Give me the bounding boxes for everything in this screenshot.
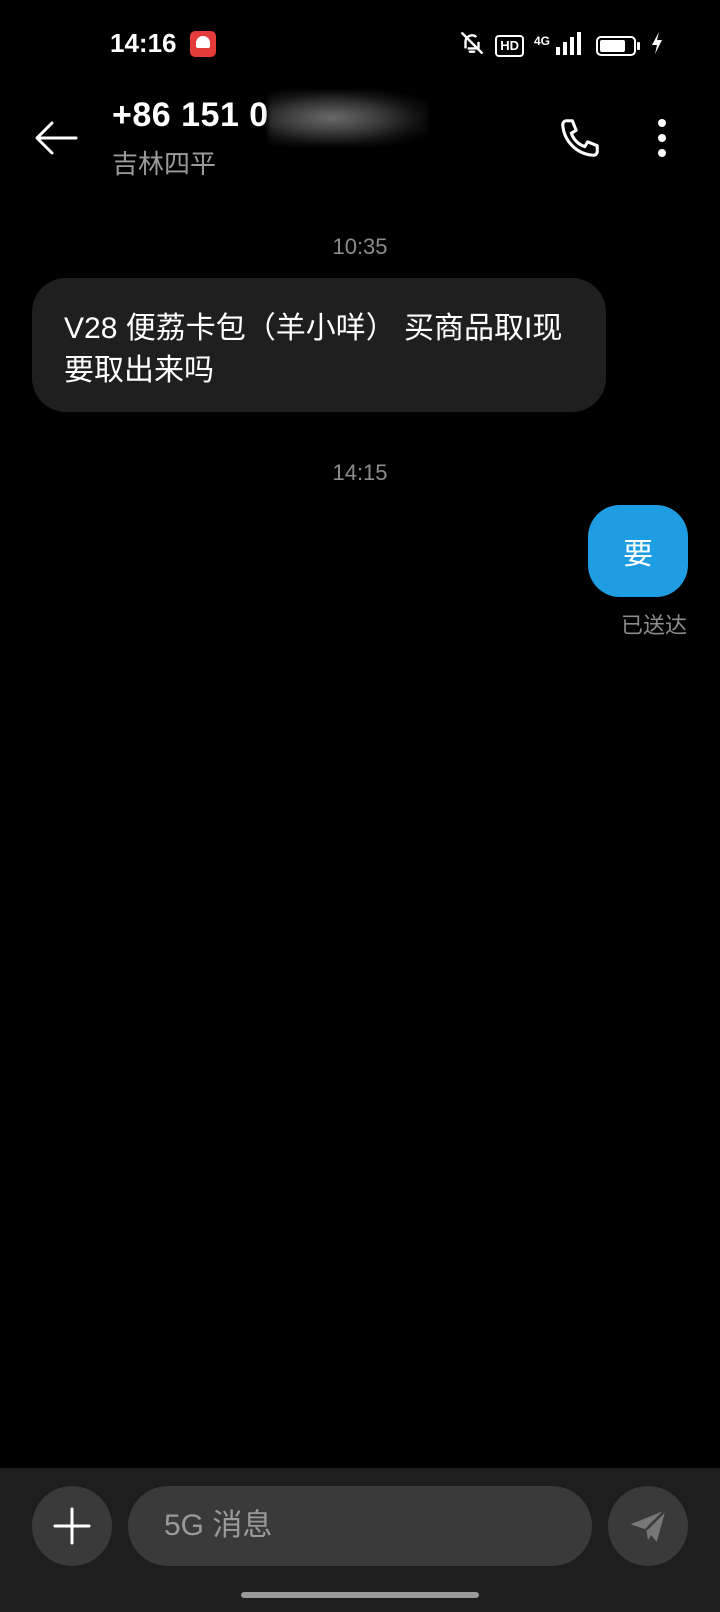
back-arrow-icon	[35, 121, 78, 155]
conversation-header: +86 151 0 吉林四平	[0, 90, 720, 200]
send-icon	[630, 1509, 667, 1542]
app-notification-icon	[190, 31, 216, 57]
phone-icon	[561, 119, 599, 157]
outgoing-message-bubble[interactable]: 要	[588, 505, 688, 597]
attach-button[interactable]	[32, 1486, 112, 1566]
message-timestamp: 14:15	[332, 460, 388, 485]
status-indicators: HD 4G	[459, 30, 664, 61]
delivery-status: 已送达	[620, 613, 687, 638]
home-indicator[interactable]	[241, 1592, 479, 1598]
mute-bell-icon	[459, 30, 485, 61]
status-time: 14:16	[110, 28, 177, 58]
more-options-button[interactable]	[640, 108, 684, 168]
charging-icon	[650, 31, 664, 60]
redacted-area	[268, 90, 428, 146]
hd-voice-badge: HD	[495, 34, 524, 57]
composer-bar	[0, 1468, 720, 1612]
back-button[interactable]	[28, 110, 84, 166]
more-vertical-icon	[658, 119, 666, 157]
signal-icon	[554, 31, 586, 60]
network-type-label: 4G	[533, 33, 550, 48]
contact-number[interactable]: +86 151 0	[112, 96, 269, 135]
plus-icon	[53, 1507, 91, 1545]
incoming-message-bubble[interactable]: V28 便荔卡包（羊小咩） 买商品取I现 要取出来吗	[32, 278, 606, 412]
status-bar: 14:16 HD 4G	[0, 0, 720, 90]
message-input[interactable]	[128, 1486, 592, 1566]
messaging-screen: 14:16 HD 4G +86 151 0 吉林四平 10:35 V28 便荔卡…	[0, 0, 720, 1612]
send-button[interactable]	[608, 1486, 688, 1566]
battery-icon	[596, 35, 640, 56]
contact-location: 吉林四平	[112, 149, 217, 179]
call-button[interactable]	[550, 108, 610, 168]
message-timestamp: 10:35	[332, 234, 388, 259]
